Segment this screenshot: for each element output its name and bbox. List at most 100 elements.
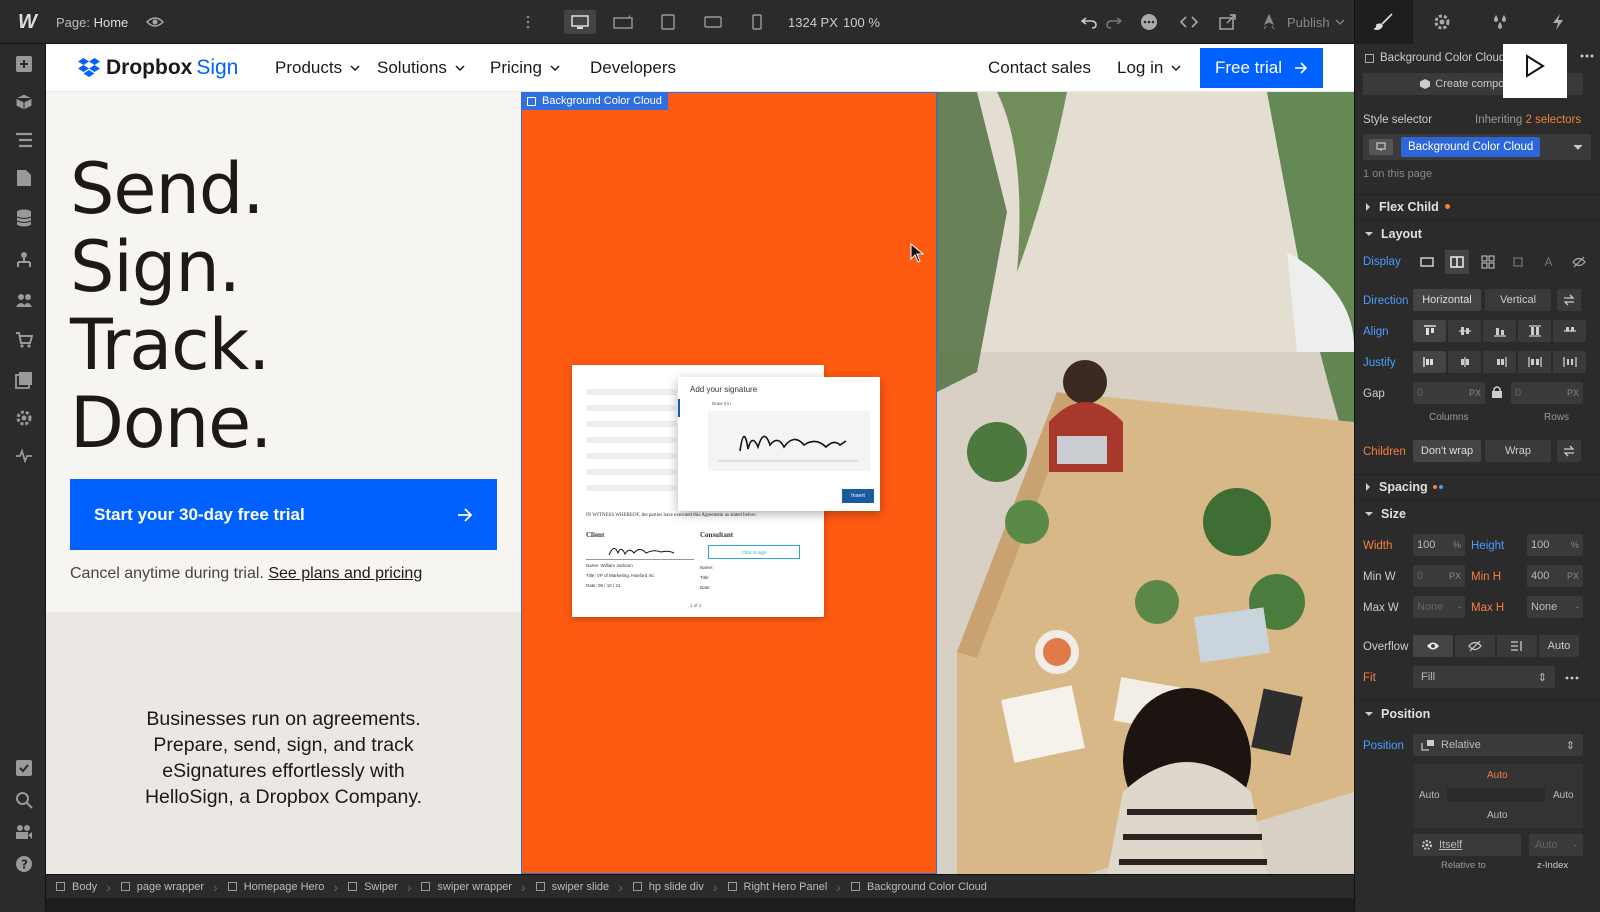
users-icon[interactable]	[14, 290, 34, 310]
background-color-cloud-panel[interactable]: Background Color Cloud IN WITNESS WHEREO…	[521, 92, 937, 874]
z-index-input[interactable]: Auto -	[1529, 834, 1583, 856]
navigator-icon[interactable]	[14, 130, 34, 150]
min-height-input[interactable]: 400 PX	[1527, 565, 1583, 587]
position-select[interactable]: Relative ⇕	[1413, 734, 1583, 756]
justify-space-around-icon[interactable]	[1553, 351, 1586, 373]
signature-pad[interactable]	[708, 411, 870, 471]
flex-child-section[interactable]: Flex Child	[1355, 194, 1600, 218]
breadcrumb-hp-slide-div[interactable]: hp slide div	[623, 875, 713, 899]
lock-icon[interactable]	[1491, 385, 1503, 399]
style-panel-tab[interactable]	[1355, 0, 1413, 44]
settings-gear-icon[interactable]	[14, 408, 34, 428]
overflow-auto-button[interactable]: Auto	[1539, 635, 1579, 657]
mobile-portrait-breakpoint-icon[interactable]	[744, 10, 770, 34]
undo-icon[interactable]	[1076, 10, 1102, 34]
min-width-input[interactable]: 0 PX	[1413, 565, 1465, 587]
display-inline-icon[interactable]: A	[1537, 250, 1561, 274]
logic-icon[interactable]	[14, 250, 34, 270]
insert-signature-button[interactable]: Insert	[842, 489, 874, 503]
offset-left-value[interactable]: Auto	[1419, 790, 1440, 801]
nav-developers[interactable]: Developers	[590, 44, 676, 92]
element-class-label[interactable]: Background Color Cloud	[1365, 52, 1505, 64]
size-section[interactable]: Size	[1355, 500, 1600, 526]
video-play-button[interactable]	[1503, 44, 1567, 98]
more-dots-icon[interactable]	[522, 10, 534, 34]
settings-panel-tab[interactable]	[1413, 0, 1471, 44]
direction-horizontal-button[interactable]: Horizontal	[1413, 289, 1481, 311]
share-icon[interactable]	[1215, 10, 1241, 34]
max-height-input[interactable]: None -	[1527, 596, 1583, 618]
components-cube-icon[interactable]	[14, 92, 34, 112]
canvas-width-readout[interactable]: 1324 PX	[788, 0, 838, 44]
selector-state-icon[interactable]	[1369, 139, 1393, 155]
free-trial-button[interactable]: Free trial	[1200, 48, 1323, 88]
mobile-landscape-breakpoint-icon[interactable]	[700, 10, 726, 34]
design-canvas[interactable]: Dropbox Sign Products Solutions Pricing …	[46, 44, 1354, 874]
tasks-checkbox-icon[interactable]	[14, 758, 34, 778]
overflow-hidden-icon[interactable]	[1455, 635, 1495, 657]
nav-products[interactable]: Products	[275, 44, 360, 92]
help-icon[interactable]: ?	[14, 854, 34, 874]
position-section[interactable]: Position	[1355, 700, 1600, 726]
offset-bottom-value[interactable]: Auto	[1487, 810, 1508, 821]
wrap-button[interactable]: Wrap	[1485, 440, 1551, 462]
justify-center-icon[interactable]	[1448, 351, 1481, 373]
large-desktop-breakpoint-icon[interactable]: *	[610, 10, 638, 34]
selector-class-pill[interactable]: Background Color Cloud	[1401, 137, 1541, 157]
breadcrumb-swiper-slide[interactable]: swiper slide	[526, 875, 618, 899]
align-baseline-icon[interactable]	[1553, 320, 1586, 342]
align-end-icon[interactable]	[1483, 320, 1516, 342]
justify-space-between-icon[interactable]	[1518, 351, 1551, 373]
desktop-breakpoint-icon[interactable]	[564, 10, 596, 34]
breadcrumb-body[interactable]: Body	[46, 875, 106, 899]
breadcrumb-homepage-hero[interactable]: Homepage Hero	[218, 875, 334, 899]
align-stretch-icon[interactable]	[1518, 320, 1551, 342]
height-input[interactable]: 100%	[1527, 534, 1583, 556]
style-manager-panel-tab[interactable]	[1471, 0, 1529, 44]
breadcrumb-swiper[interactable]: Swiper	[338, 875, 407, 899]
align-center-icon[interactable]	[1448, 320, 1481, 342]
video-tutorials-icon[interactable]	[14, 822, 34, 842]
nav-login[interactable]: Log in	[1117, 44, 1181, 92]
layout-section[interactable]: Layout	[1355, 220, 1600, 246]
redo-icon[interactable]	[1101, 10, 1127, 34]
nav-contact-sales[interactable]: Contact sales	[988, 44, 1091, 92]
display-flex-icon[interactable]	[1445, 250, 1470, 274]
click-to-sign-field[interactable]: Click to sign	[708, 545, 800, 559]
tablet-breakpoint-icon[interactable]	[655, 10, 681, 34]
gap-rows-input[interactable]: 0 PX	[1511, 382, 1583, 404]
chevron-down-icon[interactable]	[1573, 144, 1583, 150]
start-trial-button[interactable]: Start your 30-day free trial	[70, 479, 497, 550]
zoom-readout[interactable]: 100 %	[843, 0, 880, 44]
display-none-icon[interactable]	[1567, 250, 1591, 274]
spacing-section[interactable]: Spacing	[1355, 474, 1600, 498]
assets-icon[interactable]	[14, 370, 34, 390]
search-icon[interactable]	[14, 790, 34, 810]
webflow-logo[interactable]: W	[18, 0, 37, 44]
plans-pricing-link[interactable]: See plans and pricing	[268, 565, 422, 582]
code-export-icon[interactable]	[1176, 10, 1202, 34]
offset-right-value[interactable]: Auto	[1553, 790, 1574, 801]
max-width-input[interactable]: None -	[1413, 596, 1465, 618]
gap-columns-input[interactable]: 0 PX	[1413, 382, 1485, 404]
nav-pricing[interactable]: Pricing	[490, 44, 560, 92]
relative-to-select[interactable]: Itself	[1413, 834, 1521, 856]
page-selector[interactable]: Page: Home	[56, 0, 128, 44]
display-grid-icon[interactable]	[1476, 250, 1500, 274]
align-start-icon[interactable]	[1413, 320, 1446, 342]
pages-icon[interactable]	[14, 168, 34, 188]
breadcrumb-background-color-cloud[interactable]: Background Color Cloud	[841, 875, 996, 899]
dont-wrap-button[interactable]: Don't wrap	[1413, 440, 1481, 462]
audit-pulse-icon[interactable]	[14, 446, 34, 466]
breadcrumb-right-hero-panel[interactable]: Right Hero Panel	[718, 875, 837, 899]
cms-database-icon[interactable]	[14, 208, 34, 228]
add-elements-icon[interactable]	[14, 54, 34, 74]
overflow-scroll-icon[interactable]	[1497, 635, 1537, 657]
offset-top-value[interactable]: Auto	[1487, 770, 1508, 781]
interactions-panel-tab[interactable]	[1529, 0, 1587, 44]
fit-select[interactable]: Fill ⇕	[1413, 666, 1555, 688]
comments-icon[interactable]	[1136, 10, 1162, 34]
nav-solutions[interactable]: Solutions	[377, 44, 465, 92]
style-selector-field[interactable]: Background Color Cloud	[1363, 134, 1591, 160]
width-input[interactable]: 100%	[1413, 534, 1465, 556]
